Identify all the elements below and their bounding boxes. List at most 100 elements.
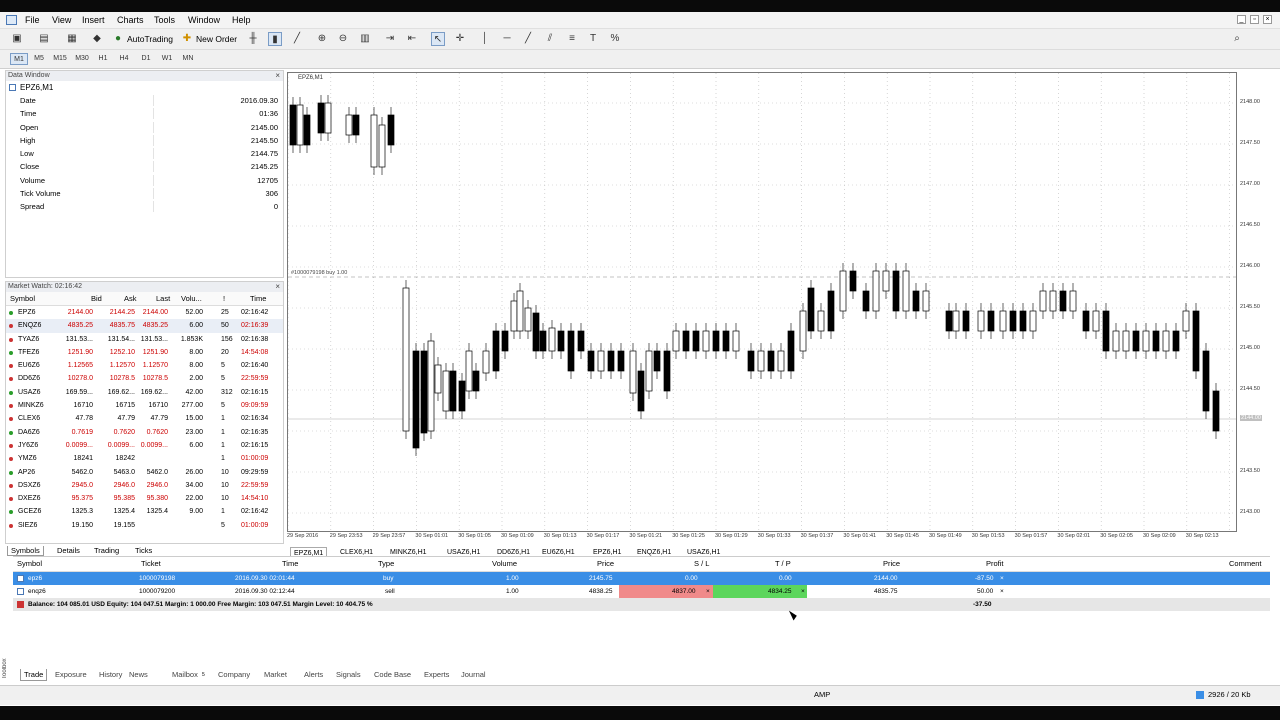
profiles-icon[interactable]: ▤ xyxy=(37,32,51,46)
menu-help[interactable]: Help xyxy=(232,15,251,25)
col-type[interactable]: Type xyxy=(378,557,394,571)
col-time[interactable]: Time xyxy=(250,292,266,305)
close-position-icon[interactable]: × xyxy=(1000,572,1004,585)
tile-windows-icon[interactable]: ▥ xyxy=(358,32,372,46)
market-watch-row[interactable]: TFEZ6 1251.90 1252.10 1251.90 8.00 20 14:54:08 xyxy=(6,346,283,359)
terminal-tab[interactable]: Experts xyxy=(424,669,449,680)
tab-details[interactable]: Details xyxy=(57,546,80,555)
terminal-tab[interactable]: Company xyxy=(218,669,250,680)
fibonacci-icon[interactable]: ≡ xyxy=(565,32,579,46)
col-ask[interactable]: Ask xyxy=(124,292,137,305)
line-chart-icon[interactable]: ╱ xyxy=(290,32,304,46)
market-watch-close-icon[interactable]: × xyxy=(275,282,280,292)
tab-ticks[interactable]: Ticks xyxy=(135,546,152,555)
trade-stop-loss[interactable]: 0.00 xyxy=(685,572,698,585)
auto-scroll-icon[interactable]: ⇥ xyxy=(383,32,397,46)
terminal-tab[interactable]: Alerts xyxy=(304,669,323,680)
col-deals[interactable]: ! xyxy=(223,292,225,305)
text-icon[interactable]: T xyxy=(586,32,600,46)
col-price[interactable]: Price xyxy=(597,557,614,571)
toolbox-label[interactable]: Toolbox xyxy=(2,649,12,679)
terminal-tab[interactable]: History xyxy=(99,669,122,680)
col-comment[interactable]: Comment xyxy=(1229,557,1262,571)
autotrading-icon[interactable]: ● xyxy=(111,32,125,46)
terminal-tab[interactable]: Trade xyxy=(20,669,48,681)
col-last[interactable]: Last xyxy=(156,292,170,305)
market-watch-row[interactable]: USAZ6 169.59... 169.62... 169.62... 42.00 312… xyxy=(6,386,283,399)
price-chart[interactable]: EPZ6,M1 #1000079198 buy 1.00 xyxy=(287,72,1237,532)
zoom-in-icon[interactable]: ⊕ xyxy=(315,32,329,46)
market-watch-row[interactable]: ENQZ6 4835.25 4835.75 4835.25 6.00 50 02:16:39 xyxy=(6,319,283,333)
col-stop-loss[interactable]: S / L xyxy=(694,557,709,571)
trade-take-profit[interactable]: 0.00 xyxy=(779,572,792,585)
shapes-icon[interactable]: % xyxy=(608,32,622,46)
market-watch-row[interactable]: AP26 5462.0 5463.0 5462.0 26.00 10 09:29:59 xyxy=(6,466,283,479)
trade-row[interactable]: enqz6 1000079200 2016.09.30 02:12:44 sel… xyxy=(13,585,1270,598)
col-bid[interactable]: Bid xyxy=(91,292,102,305)
col-volume[interactable]: Volume xyxy=(492,557,517,571)
new-order-icon[interactable]: ✚ xyxy=(180,32,194,46)
col-ticket[interactable]: Ticket xyxy=(141,557,161,571)
market-watch-row[interactable]: TYAZ6 131.53... 131.54... 131.53... 1.853K 15… xyxy=(6,333,283,346)
timeframe-m5[interactable]: M5 xyxy=(30,53,48,65)
col-time[interactable]: Time xyxy=(282,557,298,571)
tab-symbols[interactable]: Symbols xyxy=(7,546,44,556)
trade-take-profit[interactable]: 4834.25 xyxy=(768,585,792,598)
col-symbol[interactable]: Symbol xyxy=(10,292,35,305)
timeframe-m15[interactable]: M15 xyxy=(51,53,69,65)
minimize-icon[interactable]: _ xyxy=(1237,15,1246,24)
market-watch-icon[interactable]: ▦ xyxy=(65,32,79,46)
market-watch-row[interactable]: SIEZ6 19.150 19.155 5 01:00:09 xyxy=(6,519,283,532)
col-volume[interactable]: Volu... xyxy=(181,292,202,305)
market-watch-row[interactable]: JY6Z6 0.0099... 0.0099... 0.0099... 6.00 1 02:… xyxy=(6,439,283,452)
market-watch-row[interactable]: EU6Z6 1.12565 1.12570 1.12570 8.00 5 02:16:40 xyxy=(6,359,283,372)
market-watch-row[interactable]: DXEZ6 95.375 95.385 95.380 22.00 10 14:54:10 xyxy=(6,492,283,505)
terminal-tab[interactable]: Code Base xyxy=(374,669,411,680)
menu-file[interactable]: File xyxy=(25,15,40,25)
zoom-out-icon[interactable]: ⊖ xyxy=(336,32,350,46)
col-profit[interactable]: Profit xyxy=(986,557,1004,571)
close-position-icon[interactable]: × xyxy=(1000,585,1004,598)
terminal-tab[interactable]: Mailbox xyxy=(172,669,198,680)
timeframe-h1[interactable]: H1 xyxy=(94,53,112,65)
terminal-tab[interactable]: Signals xyxy=(336,669,361,680)
trade-row[interactable]: epz6 1000079198 2016.09.30 02:01:44 buy … xyxy=(13,572,1270,585)
timeframe-w1[interactable]: W1 xyxy=(158,53,176,65)
market-watch-row[interactable]: DD6Z6 10278.0 10278.5 10278.5 2.00 5 22:59:59 xyxy=(6,372,283,385)
market-watch-row[interactable]: DA6Z6 0.7619 0.7620 0.7620 23.00 1 02:16:35 xyxy=(6,426,283,439)
channel-icon[interactable]: ⫽ xyxy=(543,32,557,46)
col-trade-symbol[interactable]: Symbol xyxy=(17,557,42,571)
market-watch-row[interactable]: CLEX6 47.78 47.79 47.79 15.00 1 02:16:34 xyxy=(6,412,283,425)
menu-window[interactable]: Window xyxy=(188,15,220,25)
market-watch-row[interactable]: MINKZ6 16710 16715 16710 277.00 5 09:09:59 xyxy=(6,399,283,412)
remove-tp-icon[interactable]: × xyxy=(801,585,805,598)
menu-tools[interactable]: Tools xyxy=(154,15,175,25)
timeframe-d1[interactable]: D1 xyxy=(137,53,155,65)
crosshair-icon[interactable]: ✛ xyxy=(453,32,467,46)
market-watch-row[interactable]: DSXZ6 2945.0 2946.0 2946.0 34.00 10 22:59:59 xyxy=(6,479,283,492)
data-window-close-icon[interactable]: × xyxy=(275,71,280,81)
timeframe-mn[interactable]: MN xyxy=(179,53,197,65)
autotrading-button[interactable]: AutoTrading xyxy=(127,32,173,46)
close-icon[interactable]: × xyxy=(1263,15,1272,24)
terminal-tab[interactable]: Exposure xyxy=(55,669,87,680)
trade-stop-loss[interactable]: 4837.00 xyxy=(672,585,696,598)
timeframe-m1[interactable]: M1 xyxy=(10,53,28,65)
col-take-profit[interactable]: T / P xyxy=(775,557,791,571)
timeframe-m30[interactable]: M30 xyxy=(73,53,91,65)
menu-view[interactable]: View xyxy=(52,15,71,25)
col-current-price[interactable]: Price xyxy=(883,557,900,571)
market-watch-row[interactable]: GCEZ6 1325.3 1325.4 1325.4 9.00 1 02:16:42 xyxy=(6,505,283,518)
menu-charts[interactable]: Charts xyxy=(117,15,144,25)
chart-shift-icon[interactable]: ⇤ xyxy=(405,32,419,46)
navigator-icon[interactable]: ◆ xyxy=(90,32,104,46)
new-order-button[interactable]: New Order xyxy=(196,32,237,46)
candlestick-icon[interactable]: ▮ xyxy=(268,32,282,46)
restore-icon[interactable]: ▫ xyxy=(1250,15,1259,24)
terminal-tab[interactable]: Market xyxy=(264,669,287,680)
new-chart-icon[interactable]: ▣ xyxy=(10,32,24,46)
market-watch-row[interactable]: EPZ6 2144.00 2144.25 2144.00 52.00 25 02:16:42 xyxy=(6,306,283,319)
market-watch-row[interactable]: YMZ6 18241 18242 1 01:00:09 xyxy=(6,452,283,465)
tab-trading[interactable]: Trading xyxy=(94,546,119,555)
cursor-icon[interactable]: ↖ xyxy=(431,32,445,46)
